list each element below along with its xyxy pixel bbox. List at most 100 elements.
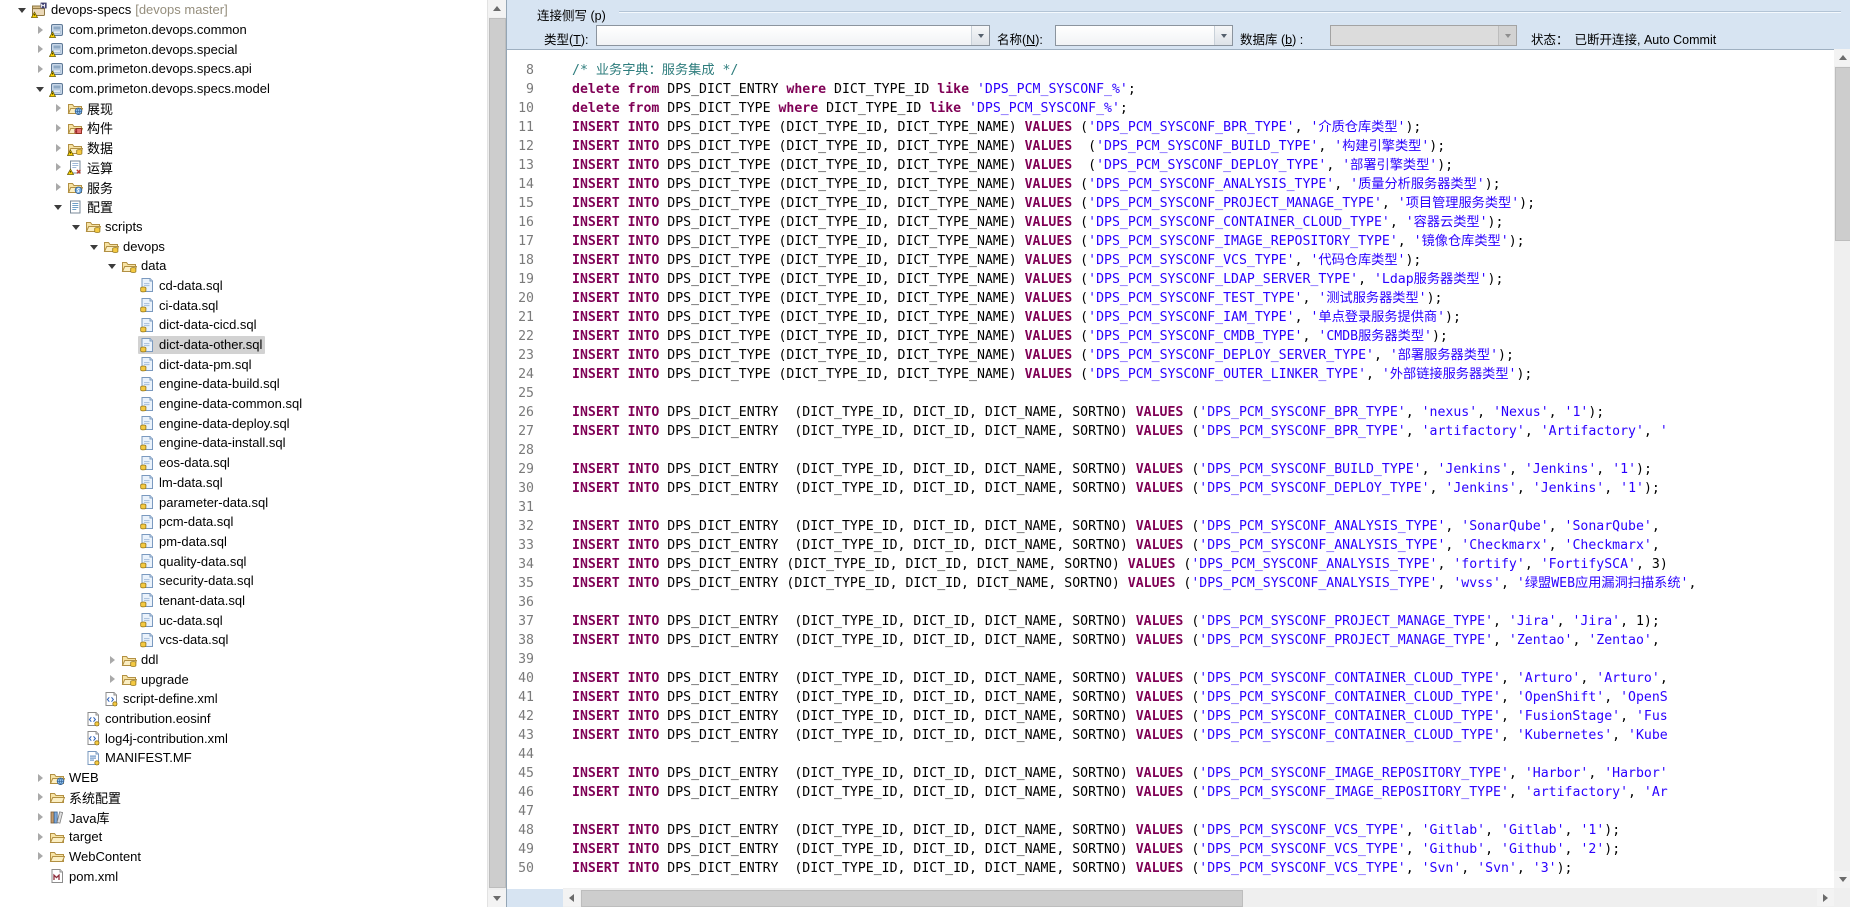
tree-item-运算[interactable]: 运算: [0, 158, 487, 178]
tree-item-script-define-xml[interactable]: script-define.xml: [0, 689, 487, 709]
tree-item-content[interactable]: pm-data.sql: [138, 532, 230, 550]
tree-item-服务[interactable]: 服务: [0, 177, 487, 197]
tree-item-content[interactable]: 配置: [66, 196, 116, 217]
tree-item-pm-data-sql[interactable]: pm-data.sql: [0, 532, 487, 552]
expand-arrow-icon[interactable]: [32, 829, 48, 845]
tree-item-content[interactable]: devops-specs [devops master]: [30, 1, 231, 19]
tree-item-content[interactable]: 数据: [66, 137, 116, 158]
tree-item-content[interactable]: 服务: [66, 177, 116, 198]
expand-arrow-icon[interactable]: [50, 179, 66, 195]
project-explorer[interactable]: devops-specs [devops master]com.primeton…: [0, 0, 487, 907]
tree-item-content[interactable]: 运算: [66, 157, 116, 178]
tree-item-upgrade[interactable]: upgrade: [0, 669, 487, 689]
tree-item-com-primeton-devops-special[interactable]: com.primeton.devops.special: [0, 39, 487, 59]
tree-item-manifest-mf[interactable]: MANIFEST.MF: [0, 748, 487, 768]
tree-item-engine-data-build-sql[interactable]: engine-data-build.sql: [0, 374, 487, 394]
expand-arrow-icon[interactable]: [104, 671, 120, 687]
tree-item-web[interactable]: WEB: [0, 768, 487, 788]
tree-item-构件[interactable]: 构件: [0, 118, 487, 138]
tree-item-数据[interactable]: 数据: [0, 138, 487, 158]
tree-item-scripts[interactable]: scripts: [0, 217, 487, 237]
tree-item-devops-specs[interactable]: devops-specs [devops master]: [0, 0, 487, 20]
tree-item-target[interactable]: target: [0, 827, 487, 847]
tree-item-engine-data-deploy-sql[interactable]: engine-data-deploy.sql: [0, 413, 487, 433]
scroll-up-icon[interactable]: [1834, 49, 1850, 66]
tree-item-com-primeton-devops-common[interactable]: com.primeton.devops.common: [0, 20, 487, 40]
tree-item-devops[interactable]: devops: [0, 236, 487, 256]
tree-item-content[interactable]: target: [48, 828, 105, 846]
sql-text-editor[interactable]: 8/* 业务字典：服务集成 */9delete from DPS_DICT_EN…: [507, 49, 1834, 889]
tree-item-content[interactable]: ci-data.sql: [138, 296, 221, 314]
chevron-down-icon[interactable]: [1498, 26, 1516, 45]
expand-arrow-icon[interactable]: [50, 140, 66, 156]
tree-item-content[interactable]: com.primeton.devops.specs.api: [48, 60, 255, 78]
tree-item-content[interactable]: dict-data-cicd.sql: [138, 316, 260, 334]
tree-item-cd-data-sql[interactable]: cd-data.sql: [0, 276, 487, 296]
tree-item-contribution-eosinf[interactable]: contribution.eosinf: [0, 709, 487, 729]
collapse-arrow-icon[interactable]: [50, 199, 66, 215]
collapse-arrow-icon[interactable]: [68, 218, 84, 234]
scroll-up-icon[interactable]: [488, 0, 506, 17]
tree-item-content[interactable]: engine-data-install.sql: [138, 434, 288, 452]
tree-item-pcm-data-sql[interactable]: pcm-data.sql: [0, 512, 487, 532]
expand-arrow-icon[interactable]: [32, 809, 48, 825]
tree-item-content[interactable]: scripts: [84, 217, 146, 235]
tree-item-content[interactable]: devops: [102, 237, 168, 255]
expand-arrow-icon[interactable]: [50, 120, 66, 136]
tree-item-webcontent[interactable]: WebContent: [0, 847, 487, 867]
expand-arrow-icon[interactable]: [32, 41, 48, 57]
tree-item-content[interactable]: Java库: [48, 807, 112, 828]
tree-item-com-primeton-devops-specs-model[interactable]: com.primeton.devops.specs.model: [0, 79, 487, 99]
name-combo[interactable]: [1055, 25, 1233, 46]
collapse-arrow-icon[interactable]: [32, 81, 48, 97]
tree-item-content[interactable]: parameter-data.sql: [138, 493, 271, 511]
editor-vscrollbar[interactable]: [1834, 49, 1850, 888]
tree-item-content[interactable]: quality-data.sql: [138, 552, 249, 570]
tree-item-dict-data-cicd-sql[interactable]: dict-data-cicd.sql: [0, 315, 487, 335]
tree-item-content[interactable]: security-data.sql: [138, 572, 257, 590]
expand-arrow-icon[interactable]: [32, 61, 48, 77]
tree-item-content[interactable]: lm-data.sql: [138, 473, 226, 491]
tree-item-content[interactable]: tenant-data.sql: [138, 591, 248, 609]
tree-item-配置[interactable]: 配置: [0, 197, 487, 217]
tree-item-content[interactable]: 系统配置: [48, 787, 124, 808]
tree-item-content[interactable]: com.primeton.devops.specs.model: [48, 80, 273, 98]
scroll-down-icon[interactable]: [1834, 871, 1850, 888]
expand-arrow-icon[interactable]: [32, 22, 48, 38]
tree-item-com-primeton-devops-specs-api[interactable]: com.primeton.devops.specs.api: [0, 59, 487, 79]
expand-arrow-icon[interactable]: [32, 789, 48, 805]
collapse-arrow-icon[interactable]: [86, 238, 102, 254]
tree-item-log4j-contribution-xml[interactable]: log4j-contribution.xml: [0, 728, 487, 748]
editor-hscrollbar[interactable]: [563, 888, 1834, 907]
code-area[interactable]: 8/* 业务字典：服务集成 */9delete from DPS_DICT_EN…: [507, 61, 1834, 878]
tree-item-content[interactable]: com.primeton.devops.special: [48, 40, 240, 58]
tree-item-ci-data-sql[interactable]: ci-data.sql: [0, 295, 487, 315]
editor-hscrollbar-thumb[interactable]: [581, 890, 1243, 907]
tree-item-content[interactable]: engine-data-common.sql: [138, 395, 305, 413]
tree-item-engine-data-install-sql[interactable]: engine-data-install.sql: [0, 433, 487, 453]
scroll-right-icon[interactable]: [1817, 889, 1834, 906]
tree-item-content[interactable]: contribution.eosinf: [84, 710, 214, 728]
tree-item-uc-data-sql[interactable]: uc-data.sql: [0, 610, 487, 630]
tree-item-tenant-data-sql[interactable]: tenant-data.sql: [0, 591, 487, 611]
tree-item-content[interactable]: MANIFEST.MF: [84, 749, 195, 767]
tree-item-content[interactable]: dict-data-pm.sql: [138, 355, 254, 373]
editor-vscrollbar-thumb[interactable]: [1835, 67, 1850, 241]
tree-item-content[interactable]: WebContent: [48, 847, 144, 865]
tree-item-data[interactable]: data: [0, 256, 487, 276]
tree-item-dict-data-other-sql[interactable]: dict-data-other.sql: [0, 335, 487, 355]
tree-item-content[interactable]: data: [120, 257, 169, 275]
tree-item-content[interactable]: vcs-data.sql: [138, 631, 231, 649]
tree-item-vcs-data-sql[interactable]: vcs-data.sql: [0, 630, 487, 650]
scroll-down-icon[interactable]: [488, 890, 506, 907]
tree-item-content[interactable]: engine-data-build.sql: [138, 375, 283, 393]
expand-arrow-icon[interactable]: [50, 159, 66, 175]
tree-item-java库[interactable]: Java库: [0, 807, 487, 827]
tree-item-lm-data-sql[interactable]: lm-data.sql: [0, 473, 487, 493]
tree-item-content[interactable]: upgrade: [120, 670, 192, 688]
tree-item-content[interactable]: script-define.xml: [102, 690, 221, 708]
tree-item-parameter-data-sql[interactable]: parameter-data.sql: [0, 492, 487, 512]
tree-item-content[interactable]: pcm-data.sql: [138, 513, 236, 531]
tree-item-quality-data-sql[interactable]: quality-data.sql: [0, 551, 487, 571]
chevron-down-icon[interactable]: [971, 26, 989, 45]
